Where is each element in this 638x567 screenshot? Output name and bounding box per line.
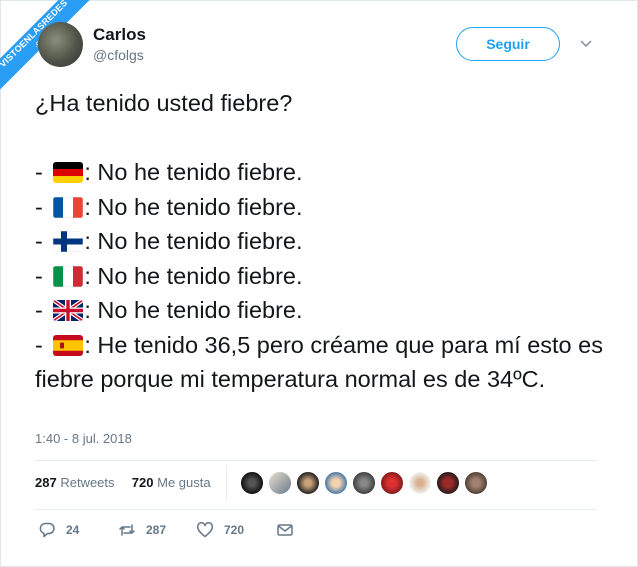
message-icon [277, 524, 293, 536]
tweet-line: - : No he tenido fiebre. [35, 159, 303, 185]
uk-flag-icon [53, 300, 84, 321]
liker-avatar[interactable] [352, 471, 376, 495]
retweets-count[interactable]: 287 [35, 475, 57, 490]
divider [35, 509, 596, 510]
follow-button[interactable]: Seguir [456, 27, 560, 61]
divider [226, 465, 227, 501]
liker-avatar[interactable] [296, 471, 320, 495]
liker-avatar[interactable] [408, 471, 432, 495]
tweet-line: - : No he tenido fiebre. [35, 262, 303, 289]
avatar[interactable] [38, 22, 83, 67]
tweet-stats: 287 Retweets 720 Me gusta [35, 475, 211, 490]
heart-icon [197, 522, 213, 538]
likes-count[interactable]: 720 [132, 475, 154, 490]
france-flag-icon [53, 196, 84, 218]
liker-avatar[interactable] [240, 471, 264, 495]
retweets-label[interactable]: Retweets [60, 475, 114, 490]
italy-flag-icon [53, 265, 84, 287]
reply-icon [39, 522, 55, 538]
retweet-count: 287 [146, 523, 167, 537]
germany-flag-icon [53, 162, 84, 183]
user-name[interactable]: Carlos [93, 25, 146, 45]
timestamp[interactable]: 1:40 - 8 jul. 2018 [35, 431, 132, 446]
likes-label[interactable]: Me gusta [157, 475, 210, 490]
like-count: 720 [224, 523, 245, 537]
tweet-line: - : No he tenido fiebre. [35, 297, 303, 323]
tweet-question: ¿Ha tenido usted fiebre? [35, 90, 293, 116]
liker-avatar[interactable] [464, 471, 488, 495]
liker-avatar[interactable] [380, 471, 404, 495]
tweet-line: - : He tenido 36,5 pero créame que para … [35, 331, 603, 393]
chevron-down-icon[interactable] [580, 38, 592, 50]
divider [35, 460, 596, 461]
reply-count: 24 [66, 523, 80, 537]
tweet-line: - : No he tenido fiebre. [35, 228, 303, 254]
tweet-text: ¿Ha tenido usted fiebre? - : No he tenid… [35, 86, 615, 397]
tweet-line: - : No he tenido fiebre. [35, 193, 303, 220]
spain-flag-icon [53, 334, 84, 356]
liker-avatar[interactable] [268, 471, 292, 495]
liker-avatar[interactable] [436, 471, 460, 495]
user-handle[interactable]: @cfolgs [93, 47, 144, 63]
retweet-icon [119, 524, 135, 536]
liker-avatar[interactable] [324, 471, 348, 495]
finland-flag-icon [53, 231, 84, 252]
